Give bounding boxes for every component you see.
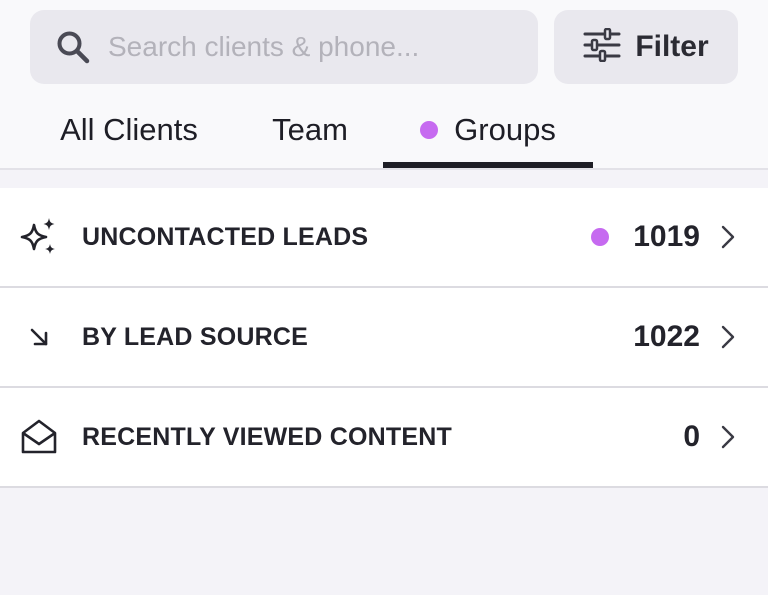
header-panel: Filter All Clients Team Groups bbox=[0, 0, 768, 170]
group-meta: 1019 bbox=[591, 220, 736, 254]
chevron-right-icon bbox=[720, 225, 736, 249]
group-row-by-lead-source[interactable]: BY LEAD SOURCE 1022 bbox=[0, 288, 768, 388]
tab-label: Groups bbox=[454, 112, 556, 147]
sliders-icon bbox=[583, 27, 621, 67]
group-title: BY LEAD SOURCE bbox=[82, 322, 308, 351]
tab-label: All Clients bbox=[60, 112, 198, 147]
app-screen: Filter All Clients Team Groups bbox=[0, 0, 768, 595]
sparkles-icon bbox=[18, 216, 60, 258]
group-meta: 1022 bbox=[633, 320, 736, 354]
filter-button[interactable]: Filter bbox=[554, 10, 738, 84]
search-icon bbox=[54, 28, 92, 66]
filter-label: Filter bbox=[635, 30, 709, 63]
search-bar[interactable] bbox=[30, 10, 538, 84]
arrow-down-right-icon bbox=[18, 316, 60, 358]
notification-dot bbox=[420, 121, 439, 139]
search-input[interactable] bbox=[106, 30, 510, 64]
groups-list: UNCONTACTED LEADS 1019 BY LEAD SOURCE 10… bbox=[0, 188, 768, 488]
group-count: 1019 bbox=[633, 220, 700, 253]
tab-groups[interactable]: Groups bbox=[383, 92, 593, 168]
group-meta: 0 bbox=[683, 420, 736, 454]
group-count: 1022 bbox=[633, 320, 700, 353]
tab-team[interactable]: Team bbox=[250, 92, 370, 168]
tab-bar: All Clients Team Groups bbox=[0, 92, 768, 168]
group-row-recently-viewed-content[interactable]: RECENTLY VIEWED CONTENT 0 bbox=[0, 388, 768, 488]
group-title: RECENTLY VIEWED CONTENT bbox=[82, 422, 452, 451]
tab-label: Team bbox=[272, 112, 348, 147]
open-envelope-icon bbox=[18, 416, 60, 458]
group-title: UNCONTACTED LEADS bbox=[82, 222, 369, 251]
group-row-uncontacted-leads[interactable]: UNCONTACTED LEADS 1019 bbox=[0, 188, 768, 288]
active-tab-indicator bbox=[383, 162, 593, 168]
tab-all-clients[interactable]: All Clients bbox=[36, 92, 222, 168]
chevron-right-icon bbox=[720, 425, 736, 449]
chevron-right-icon bbox=[720, 325, 736, 349]
notification-dot bbox=[591, 228, 610, 246]
group-count: 0 bbox=[683, 420, 700, 453]
